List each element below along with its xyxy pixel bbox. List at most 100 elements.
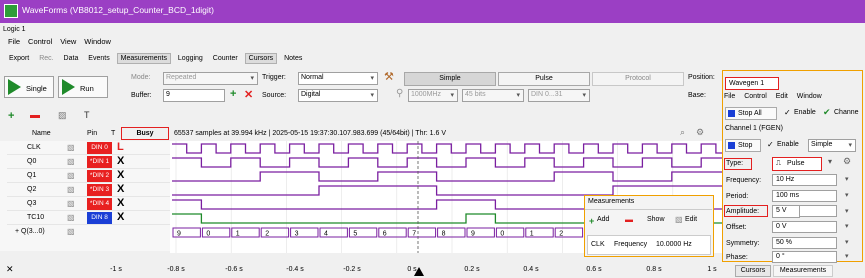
trigger-dontcare-icon[interactable]: X [117, 197, 124, 209]
signal-settings-icon[interactable]: ▧ [67, 199, 75, 208]
signal-settings-icon[interactable]: ▧ [67, 157, 75, 166]
axis-close-icon[interactable]: ✕ [6, 264, 14, 275]
measurement-row[interactable]: CLK Frequency 10.0000 Hz [587, 235, 711, 255]
tab-events[interactable]: Events [85, 54, 112, 63]
amplitude-input[interactable]: 5 V [772, 205, 800, 218]
add-measurement-button[interactable]: Add [597, 216, 609, 223]
frequency-input[interactable]: 10 Hz [772, 174, 837, 186]
wavegen-menu-edit[interactable]: Edit [776, 93, 788, 100]
signal-row[interactable]: CLK ▧ DIN 0 L [7, 141, 177, 155]
phase-dropdown-icon[interactable]: ▾ [845, 252, 849, 260]
menu-view[interactable]: View [60, 37, 76, 46]
signal-row[interactable]: TC10 ▧ DIN 8 X [7, 211, 177, 225]
pin-badge[interactable]: DIN 0 [87, 142, 112, 154]
pulse-button[interactable]: Pulse [498, 72, 590, 86]
trigger-dontcare-icon[interactable]: X [117, 211, 124, 223]
tab-counter[interactable]: Counter [210, 54, 241, 63]
bus-row[interactable]: + Q(3...0) ▧ [7, 225, 177, 239]
type-dropdown-icon[interactable]: ▾ [828, 157, 832, 166]
menu-window[interactable]: Window [84, 37, 111, 46]
pin-badge[interactable]: *DIN 3 [87, 184, 112, 196]
wave-settings-icon[interactable]: ⚙ [843, 156, 851, 167]
stop-all-button[interactable]: Stop All [725, 107, 777, 120]
offset-input[interactable]: 0 V [772, 221, 837, 233]
tab-notes[interactable]: Notes [281, 54, 305, 63]
tab-measurements[interactable]: Measurements [116, 53, 171, 64]
mode-select[interactable]: Repeated [163, 72, 258, 85]
text-tool-icon[interactable]: T [84, 110, 90, 120]
simple-button[interactable]: Simple [404, 72, 496, 86]
remove-measurement-icon[interactable]: ▬ [625, 215, 633, 224]
trigger-dontcare-icon[interactable]: X [117, 169, 124, 181]
din-select[interactable]: DIN 0...31 [528, 89, 590, 102]
amplitude-input-extension[interactable] [799, 205, 837, 217]
pin-badge[interactable]: *DIN 2 [87, 170, 112, 182]
tab-measurements-bottom[interactable]: Measurements [773, 265, 833, 277]
single-button[interactable]: Single [4, 76, 54, 98]
settings-icon[interactable]: ⚙ [696, 127, 704, 138]
tab-logging[interactable]: Logging [175, 54, 206, 63]
edit-channel-icon[interactable]: ▨ [58, 110, 67, 121]
period-dropdown-icon[interactable]: ▾ [845, 191, 849, 199]
trigger-select[interactable]: Normal [298, 72, 378, 85]
signal-settings-icon[interactable]: ▧ [67, 213, 75, 222]
buffer-input[interactable]: 9 [163, 89, 225, 102]
pin-badge[interactable]: *DIN 4 [87, 198, 112, 210]
add-channel-icon[interactable]: + [8, 110, 14, 122]
trigger-dontcare-icon[interactable]: X [117, 183, 124, 195]
wavegen-menu-window[interactable]: Window [797, 93, 822, 100]
edit-icon[interactable]: ▧ [675, 215, 683, 224]
signal-row[interactable]: Q3 ▧ *DIN 4 X [7, 197, 177, 211]
signal-settings-icon[interactable]: ▧ [67, 171, 75, 180]
wavegen-menu-file[interactable]: File [724, 93, 735, 100]
wavegen-menu-control[interactable]: Control [744, 93, 767, 100]
remove-buffer-icon[interactable]: ✕ [244, 88, 253, 101]
pin-icon[interactable]: ⚲ [396, 88, 403, 99]
mode-simple-select[interactable]: Simple [808, 139, 856, 152]
tab-data[interactable]: Data [61, 54, 82, 63]
offset-dropdown-icon[interactable]: ▾ [845, 222, 849, 230]
signal-settings-icon[interactable]: ▧ [67, 185, 75, 194]
period-input[interactable]: 100 ms [772, 190, 837, 202]
amplitude-dropdown-icon[interactable]: ▾ [845, 207, 849, 215]
tab-cursors-bottom[interactable]: Cursors [735, 265, 771, 277]
channel-check-icon[interactable]: ✔ [823, 107, 831, 118]
enable-channel-check-icon[interactable]: ✓ [767, 140, 774, 149]
add-buffer-icon[interactable]: + [230, 88, 236, 100]
run-button[interactable]: Run [58, 76, 108, 98]
remove-channel-icon[interactable]: ▬ [30, 110, 40, 121]
enable-check-icon[interactable]: ✓ [784, 108, 791, 117]
symmetry-dropdown-icon[interactable]: ▾ [845, 238, 849, 246]
tab-cursors[interactable]: Cursors [244, 53, 278, 64]
signal-row[interactable]: Q2 ▧ *DIN 3 X [7, 183, 177, 197]
enable-all-label[interactable]: Enable [794, 109, 816, 116]
frequency-dropdown-icon[interactable]: ▾ [845, 175, 849, 183]
bus-settings-icon[interactable]: ▧ [67, 227, 75, 236]
edit-button[interactable]: Edit [685, 216, 697, 223]
zoom-icon[interactable]: ⌕ [680, 127, 685, 138]
signal-settings-icon[interactable]: ▧ [67, 143, 75, 152]
rate-select[interactable]: 1000MHz [408, 89, 458, 102]
enable-channel-label[interactable]: Enable [777, 141, 799, 148]
signal-row[interactable]: Q1 ▧ *DIN 2 X [7, 169, 177, 183]
trigger-dontcare-icon[interactable]: X [117, 155, 124, 167]
hammer-icon[interactable]: ⚒ [384, 70, 394, 83]
add-icon[interactable]: + [589, 216, 594, 226]
menu-file[interactable]: File [8, 37, 20, 46]
protocol-button[interactable]: Protocol [592, 72, 684, 86]
trigger-edge-icon[interactable]: L [117, 141, 124, 153]
pin-badge[interactable]: *DIN 1 [87, 156, 112, 168]
signal-row[interactable]: Q0 ▧ *DIN 1 X [7, 155, 177, 169]
trigger-position-marker[interactable] [414, 267, 424, 276]
tab-rec[interactable]: Rec. [36, 54, 56, 63]
show-button[interactable]: Show [647, 216, 665, 223]
pin-badge[interactable]: DIN 8 [87, 212, 112, 224]
phase-input[interactable]: 0 ° [772, 251, 837, 263]
menu-control[interactable]: Control [28, 37, 52, 46]
channel2-label[interactable]: Channe [834, 109, 859, 116]
source-select[interactable]: Digital [298, 89, 378, 102]
symmetry-input[interactable]: 50 % [772, 237, 837, 249]
stop-button[interactable]: Stop [725, 139, 761, 152]
type-select[interactable]: ⎍ Pulse [772, 157, 822, 171]
tab-export[interactable]: Export [6, 54, 32, 63]
